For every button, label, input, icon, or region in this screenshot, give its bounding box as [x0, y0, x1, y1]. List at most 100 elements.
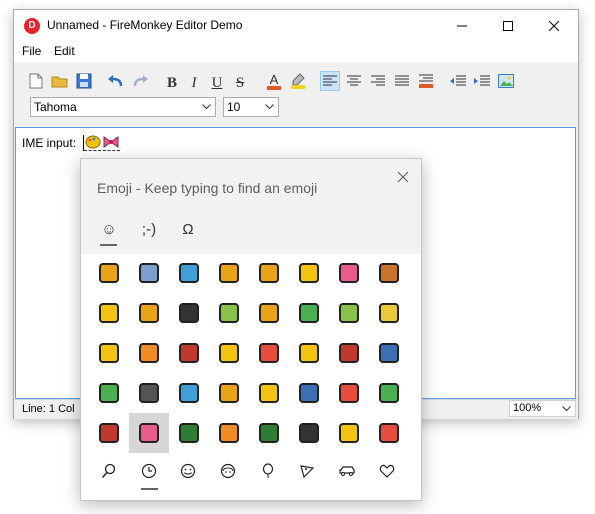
category-recent[interactable] — [135, 459, 163, 483]
bullet-color-button[interactable] — [416, 71, 436, 91]
emoji-cell[interactable] — [169, 373, 209, 413]
heart-icon — [379, 464, 395, 478]
category-search[interactable] — [95, 459, 123, 483]
category-symbols[interactable] — [373, 459, 401, 483]
emoji-cell[interactable] — [129, 253, 169, 293]
emoji-glyph-icon — [259, 303, 279, 323]
emoji-cell[interactable] — [89, 293, 129, 333]
emoji-cell[interactable] — [329, 293, 369, 333]
emoji-cell[interactable] — [169, 253, 209, 293]
emoji-cell[interactable] — [129, 413, 169, 453]
emoji-panel-close-button[interactable] — [397, 171, 409, 186]
emoji-cell[interactable] — [329, 253, 369, 293]
emoji-cell[interactable] — [209, 373, 249, 413]
emoji-cell[interactable] — [329, 413, 369, 453]
emoji-cell[interactable] — [209, 253, 249, 293]
italic-button[interactable]: I — [184, 73, 204, 93]
redo-button[interactable] — [130, 71, 150, 91]
emoji-glyph-icon — [139, 263, 159, 283]
emoji-cell[interactable] — [89, 413, 129, 453]
emoji-cell[interactable] — [209, 413, 249, 453]
open-folder-icon — [51, 76, 68, 88]
emoji-cell[interactable] — [129, 293, 169, 333]
category-food[interactable] — [293, 459, 321, 483]
text-lines-color-icon — [419, 74, 433, 88]
category-celebration[interactable] — [254, 459, 282, 483]
emoji-cell[interactable] — [369, 333, 409, 373]
font-color-button[interactable]: A — [264, 71, 284, 91]
highlight-color-button[interactable] — [288, 71, 308, 91]
underline-button[interactable]: U — [207, 73, 227, 93]
indent-icon — [474, 75, 490, 86]
tab-symbols[interactable]: Ω — [174, 217, 202, 241]
emoji-glyph-icon — [259, 343, 279, 363]
tab-emoji[interactable]: ☺ — [95, 217, 123, 241]
font-name-select[interactable]: Tahoma — [30, 97, 216, 117]
zoom-value: 100% — [513, 402, 542, 414]
close-icon — [549, 20, 559, 31]
zoom-select[interactable]: 100% — [509, 400, 576, 417]
emoji-cell[interactable] — [369, 253, 409, 293]
app-icon: D — [24, 18, 40, 34]
align-left-button[interactable] — [320, 71, 340, 91]
justify-button[interactable] — [392, 71, 412, 91]
emoji-cell[interactable] — [249, 253, 289, 293]
outdent-button[interactable] — [448, 71, 468, 91]
emoji-cell[interactable] — [289, 253, 329, 293]
minimize-button[interactable] — [439, 10, 485, 41]
save-icon — [76, 73, 92, 89]
category-travel[interactable] — [333, 459, 361, 483]
emoji-cell[interactable] — [129, 333, 169, 373]
align-right-button[interactable] — [368, 71, 388, 91]
emoji-cell[interactable] — [289, 413, 329, 453]
new-file-button[interactable] — [26, 71, 46, 91]
emoji-cell[interactable] — [249, 373, 289, 413]
emoji-cell[interactable] — [89, 333, 129, 373]
emoji-cell[interactable] — [329, 373, 369, 413]
emoji-cell[interactable] — [89, 373, 129, 413]
insert-image-button[interactable] — [496, 71, 516, 91]
save-button[interactable] — [74, 71, 94, 91]
align-center-button[interactable] — [344, 71, 364, 91]
emoji-cell[interactable] — [209, 293, 249, 333]
close-button[interactable] — [531, 10, 577, 41]
emoji-cell[interactable] — [369, 293, 409, 333]
emoji-glyph-icon — [259, 383, 279, 403]
emoji-panel-title: Emoji - Keep typing to find an emoji — [97, 180, 318, 196]
emoji-glyph-icon — [99, 343, 119, 363]
emoji-cell[interactable] — [249, 333, 289, 373]
emoji-cell[interactable] — [289, 293, 329, 333]
emoji-cell[interactable] — [169, 333, 209, 373]
emoji-cell[interactable] — [369, 373, 409, 413]
emoji-cell[interactable] — [249, 413, 289, 453]
emoji-glyph-icon — [139, 383, 159, 403]
emoji-cell[interactable] — [329, 333, 369, 373]
open-file-button[interactable] — [50, 71, 70, 91]
indent-button[interactable] — [472, 71, 492, 91]
emoji-cell[interactable] — [169, 413, 209, 453]
bold-button[interactable]: B — [162, 73, 182, 93]
emoji-cell[interactable] — [129, 373, 169, 413]
emoji-cell[interactable] — [89, 253, 129, 293]
ime-composition-underline — [84, 150, 120, 151]
emoji-cell[interactable] — [249, 293, 289, 333]
font-size-select[interactable]: 10 — [223, 97, 279, 117]
emoji-glyph-icon — [379, 303, 399, 323]
emoji-cell[interactable] — [169, 293, 209, 333]
undo-button[interactable] — [106, 71, 126, 91]
category-smileys[interactable] — [174, 459, 202, 483]
emoji-cell[interactable] — [369, 413, 409, 453]
strikethrough-button[interactable]: S — [230, 73, 250, 93]
emoji-cell[interactable] — [209, 333, 249, 373]
menu-file[interactable]: File — [22, 44, 41, 58]
category-people[interactable] — [214, 459, 242, 483]
maximize-button[interactable] — [485, 10, 531, 41]
emoji-cell[interactable] — [289, 333, 329, 373]
menu-edit[interactable]: Edit — [54, 44, 75, 58]
tab-kaomoji[interactable]: ;-) — [135, 217, 163, 241]
emoji-glyph-icon — [219, 343, 239, 363]
emoji-glyph-icon — [179, 423, 199, 443]
emoji-cell[interactable] — [289, 373, 329, 413]
maximize-icon — [503, 20, 513, 31]
close-icon — [397, 171, 409, 183]
